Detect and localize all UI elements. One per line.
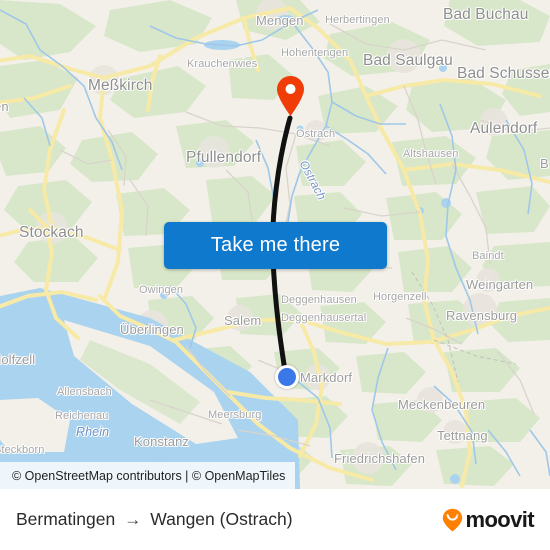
moovit-pin-icon [442, 508, 463, 532]
moovit-wordmark: moovit [465, 506, 534, 532]
arrow-right-icon: → [124, 510, 142, 529]
moovit-route-page: Mengen Herbertingen Bad Buchau Krauchenwies… [0, 0, 550, 550]
destination-marker-wangen-ostrach[interactable] [276, 75, 305, 119]
map-pin-icon [277, 76, 304, 116]
origin-marker-bermatingen[interactable] [275, 365, 299, 389]
route-origin-label: Bermatingen [16, 509, 116, 529]
map-attribution[interactable]: © OpenStreetMap contributors | © OpenMap… [0, 462, 296, 489]
moovit-logo[interactable]: moovit [442, 506, 535, 533]
take-me-there-button[interactable]: Take me there [164, 222, 387, 269]
map-viewport[interactable]: Mengen Herbertingen Bad Buchau Krauchenwies… [0, 0, 550, 489]
footer-bar: Bermatingen → Wangen (Ostrach) moovit [0, 489, 550, 550]
route-title: Bermatingen → Wangen (Ostrach) [16, 509, 293, 530]
attribution-text: © OpenStreetMap contributors | © OpenMap… [12, 468, 286, 483]
route-destination-label: Wangen (Ostrach) [150, 509, 293, 529]
